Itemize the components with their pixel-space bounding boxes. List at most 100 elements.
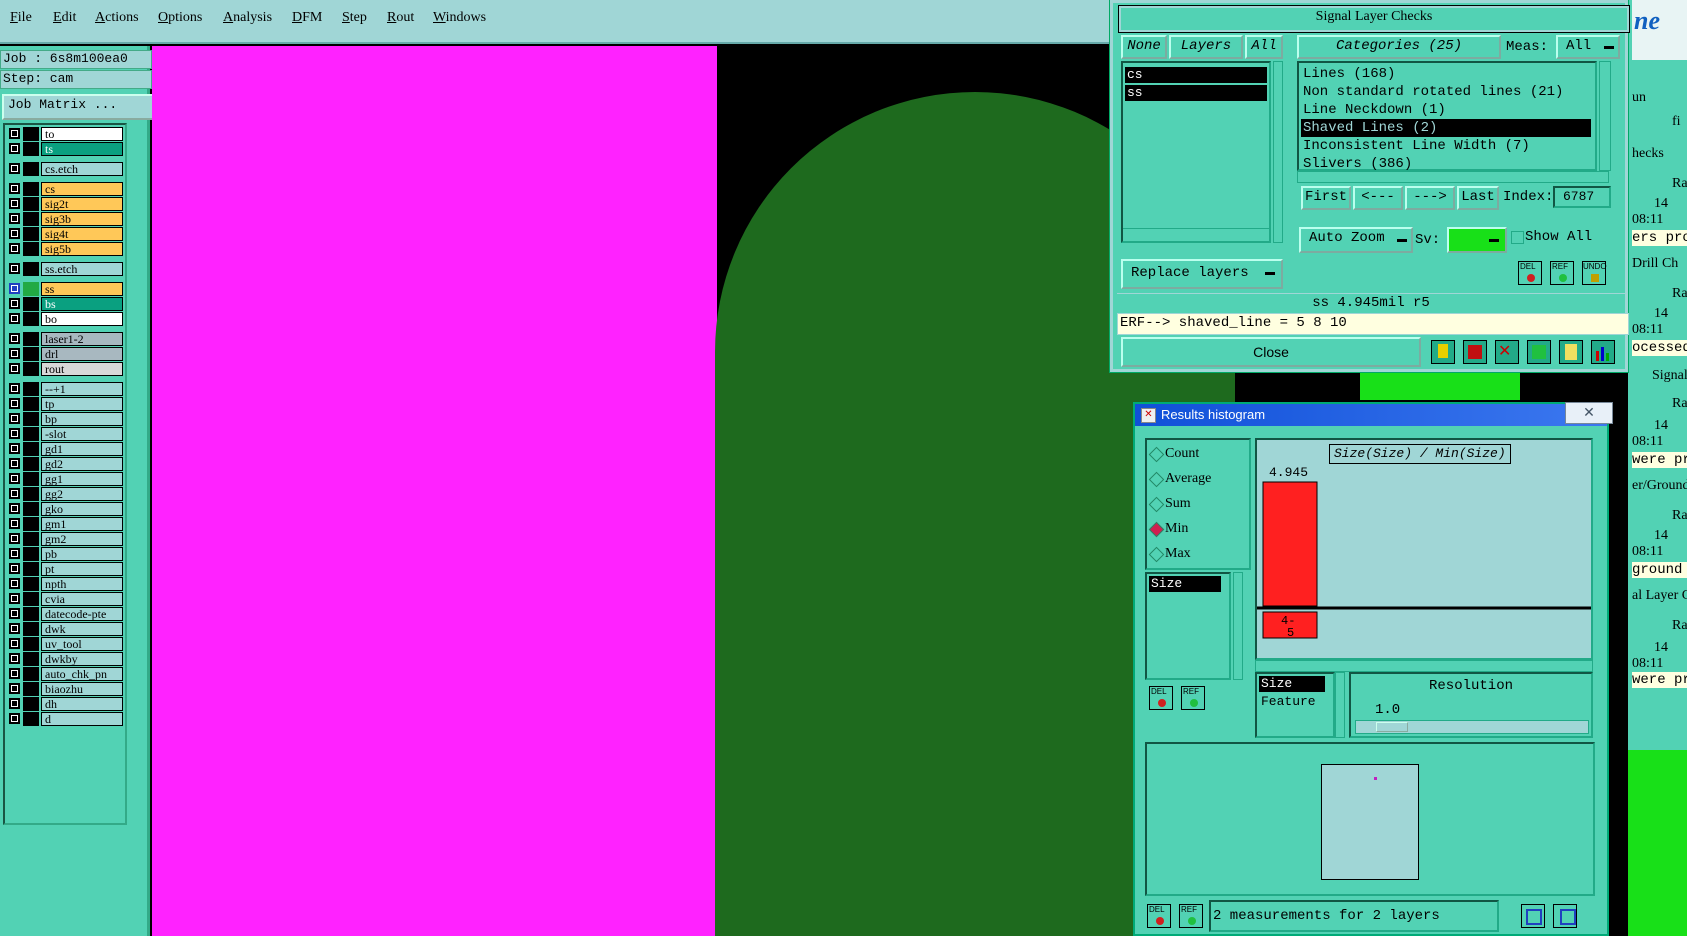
cross-icon[interactable]: ✕	[1495, 340, 1519, 364]
all-button[interactable]: All	[1245, 35, 1283, 59]
next-button[interactable]: --->	[1405, 186, 1455, 210]
layer-row[interactable]: sig2t	[7, 197, 123, 211]
last-button[interactable]: Last	[1457, 186, 1499, 210]
layer-name[interactable]: dh	[41, 697, 123, 711]
layer-list-hscrollbar[interactable]	[1123, 228, 1269, 241]
layer-select-cell[interactable]	[23, 382, 39, 396]
layer-checkbox[interactable]	[9, 198, 20, 209]
layer-name[interactable]: auto_chk_pn	[41, 667, 123, 681]
layer-name[interactable]: gko	[41, 502, 123, 516]
layer-select-cell[interactable]	[23, 472, 39, 486]
layer-name[interactable]: bs	[41, 297, 123, 311]
slider-thumb[interactable]	[1376, 722, 1408, 732]
layer-name[interactable]: laser1-2	[41, 332, 123, 346]
layer-name[interactable]: bo	[41, 312, 123, 326]
category-item[interactable]: Non standard rotated lines (21)	[1303, 83, 1563, 101]
layer-checkbox[interactable]	[9, 503, 20, 514]
layer-select-cell[interactable]	[23, 637, 39, 651]
layer-name[interactable]: gd2	[41, 457, 123, 471]
meas-dropdown[interactable]: All	[1556, 35, 1620, 59]
layer-checkbox[interactable]	[9, 668, 20, 679]
canvas-magenta-region[interactable]	[152, 46, 717, 936]
category-item[interactable]: Line Neckdown (1)	[1303, 101, 1446, 119]
close-icon[interactable]: ✕	[1565, 402, 1613, 424]
layer-row[interactable]: pt	[7, 562, 123, 576]
record-icon[interactable]	[1463, 340, 1487, 364]
layers-button[interactable]: Layers	[1169, 35, 1243, 59]
layer-row[interactable]: gm1	[7, 517, 123, 531]
layer-list-vscrollbar[interactable]	[1273, 61, 1283, 243]
layer-name[interactable]: cvia	[41, 592, 123, 606]
layer-row[interactable]: gd1	[7, 442, 123, 456]
layer-select-cell[interactable]	[23, 227, 39, 241]
hist-ref-button[interactable]: REF	[1181, 686, 1205, 710]
layer-select-cell[interactable]	[23, 282, 39, 296]
layer-name[interactable]: tp	[41, 397, 123, 411]
layer-row[interactable]: rout	[7, 362, 123, 376]
layer-checkbox[interactable]	[9, 398, 20, 409]
layer-row[interactable]: gd2	[7, 457, 123, 471]
layer-row[interactable]: bs	[7, 297, 123, 311]
layer-row[interactable]: drl	[7, 347, 123, 361]
layer-row[interactable]: bp	[7, 412, 123, 426]
radio-min[interactable]: Min	[1148, 521, 1188, 538]
step-icon[interactable]	[1527, 340, 1551, 364]
layer-row[interactable]: d	[7, 712, 123, 726]
ref-button[interactable]: REF	[1550, 261, 1574, 285]
layer-checkbox[interactable]	[9, 473, 20, 484]
layer-checkbox[interactable]	[9, 163, 20, 174]
layer-name[interactable]: biaozhu	[41, 682, 123, 696]
hist-del-button[interactable]: DEL	[1149, 686, 1173, 710]
resolution-slider[interactable]	[1355, 720, 1589, 734]
layer-checkbox[interactable]	[9, 413, 20, 424]
field-list-scrollbar[interactable]	[1233, 572, 1243, 680]
sv-dropdown[interactable]	[1447, 227, 1507, 253]
layer-row[interactable]: -slot	[7, 427, 123, 441]
layer-name[interactable]: uv_tool	[41, 637, 123, 651]
layer-select-cell[interactable]	[23, 697, 39, 711]
layer-select-cell[interactable]	[23, 427, 39, 441]
layer-name[interactable]: gg2	[41, 487, 123, 501]
layer-select-cell[interactable]	[23, 712, 39, 726]
layer-checkbox[interactable]	[9, 578, 20, 589]
category-item[interactable]: Shaved Lines (2)	[1301, 119, 1591, 137]
layer-checkbox[interactable]	[9, 443, 20, 454]
layer-name[interactable]: ss	[41, 282, 123, 296]
layer-checkbox[interactable]	[9, 283, 20, 294]
layer-select-cell[interactable]	[23, 312, 39, 326]
layer-row[interactable]: sig3b	[7, 212, 123, 226]
layer-name[interactable]: npth	[41, 577, 123, 591]
layer-select-cell[interactable]	[23, 682, 39, 696]
layer-select-cell[interactable]	[23, 182, 39, 196]
layer-row[interactable]: biaozhu	[7, 682, 123, 696]
category-item[interactable]: Lines (168)	[1303, 65, 1395, 83]
none-button[interactable]: None	[1121, 35, 1167, 59]
layer-checkbox[interactable]	[9, 243, 20, 254]
layer-select-cell[interactable]	[23, 622, 39, 636]
layer-name[interactable]: sig2t	[41, 197, 123, 211]
categories-list[interactable]: Lines (168) Non standard rotated lines (2…	[1297, 61, 1597, 172]
layer-checkbox[interactable]	[9, 313, 20, 324]
sort-item[interactable]: Feature	[1259, 694, 1316, 710]
layer-select-cell[interactable]	[23, 667, 39, 681]
layer-row[interactable]: gm2	[7, 532, 123, 546]
layer-name[interactable]: dwk	[41, 622, 123, 636]
menu-rout[interactable]: Rout	[387, 10, 414, 26]
menu-edit[interactable]: Edit	[53, 10, 76, 26]
layer-select-cell[interactable]	[23, 242, 39, 256]
layer-select-cell[interactable]	[23, 362, 39, 376]
first-button[interactable]: First	[1301, 186, 1351, 210]
layer-select-cell[interactable]	[23, 332, 39, 346]
layer-checkbox[interactable]	[9, 213, 20, 224]
layer-select-cell[interactable]	[23, 562, 39, 576]
field-list[interactable]: Size	[1145, 572, 1231, 680]
layer-checkbox[interactable]	[9, 298, 20, 309]
sort-item[interactable]: Size	[1259, 676, 1325, 692]
layer-row[interactable]: bo	[7, 312, 123, 326]
report-icon[interactable]	[1559, 340, 1583, 364]
layer-select-cell[interactable]	[23, 487, 39, 501]
layer-checkbox[interactable]	[9, 128, 20, 139]
layer-row[interactable]: ts	[7, 142, 123, 156]
layer-select-cell[interactable]	[23, 442, 39, 456]
layer-name[interactable]: gm2	[41, 532, 123, 546]
